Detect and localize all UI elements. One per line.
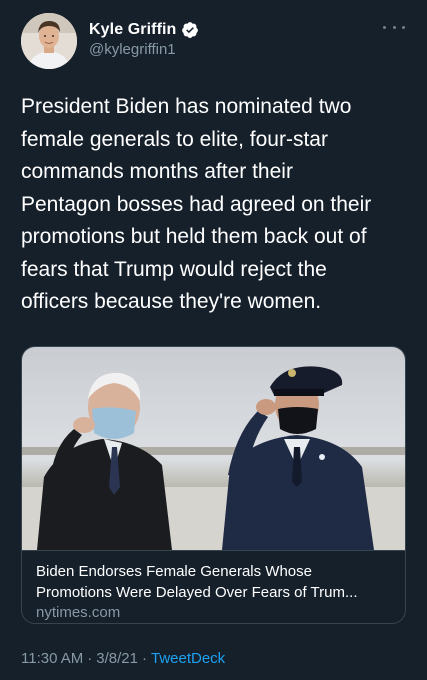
verified-badge-icon: [181, 21, 199, 39]
name-row: Kyle Griffin: [89, 20, 199, 40]
author-block: Kyle Griffin @kylegriffin1: [89, 20, 199, 58]
more-dot: [392, 25, 396, 29]
tweet-source-link[interactable]: TweetDeck: [151, 650, 225, 667]
link-card[interactable]: Biden Endorses Female Generals Whose Pro…: [21, 346, 406, 624]
avatar-photo: [21, 13, 77, 69]
author-name[interactable]: Kyle Griffin: [89, 21, 176, 39]
more-dot: [383, 25, 386, 29]
card-title: Biden Endorses Female Generals Whose Pro…: [36, 563, 358, 601]
tweet-meta: 11:30 AM · 3/8/21 · TweetDeck: [21, 650, 225, 667]
card-image: [22, 347, 405, 550]
more-options-icon[interactable]: [383, 20, 405, 34]
tweet-text: President Biden has nominated two female…: [21, 95, 372, 313]
tweet-date[interactable]: 3/8/21: [96, 650, 138, 667]
card-domain: nytimes.com: [36, 604, 121, 621]
author-handle[interactable]: @kylegriffin1: [89, 41, 199, 58]
avatar[interactable]: [21, 13, 77, 69]
card-body: Biden Endorses Female Generals Whose Pro…: [22, 550, 405, 623]
tweet-time[interactable]: 11:30 AM: [21, 650, 83, 667]
meta-separator: ·: [141, 650, 147, 667]
meta-separator: ·: [87, 650, 93, 667]
more-dot: [402, 25, 405, 29]
tweet: Kyle Griffin @kylegriffin1 President Bid…: [0, 0, 427, 680]
